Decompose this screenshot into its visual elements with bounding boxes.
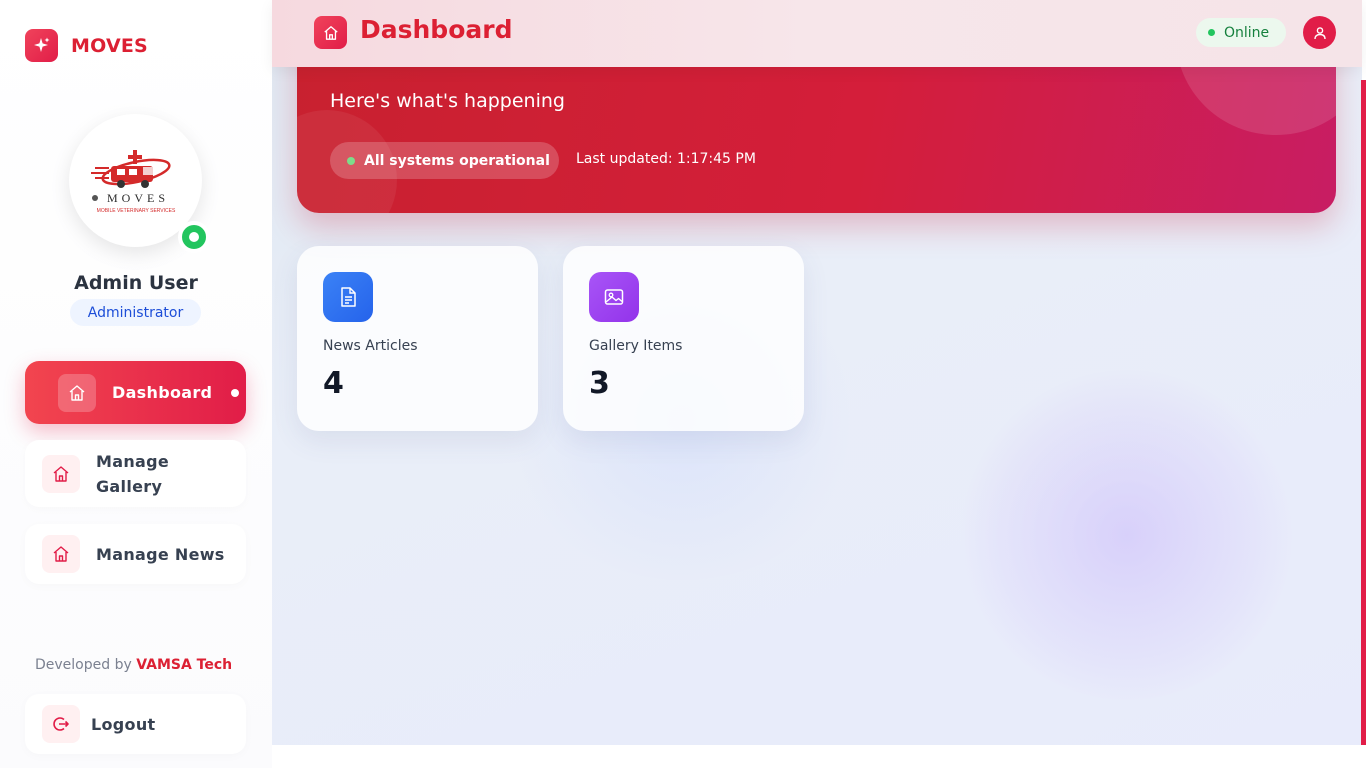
sidebar: MOVES MOVES MOBILE VETERINARY SERVICES A…	[0, 0, 272, 768]
sidebar-item-manage-news[interactable]: Manage News	[25, 524, 246, 584]
credit-name: VAMSA Tech	[136, 657, 233, 673]
stat-label: Gallery Items	[589, 338, 683, 354]
online-status-indicator	[178, 221, 210, 253]
image-icon	[589, 272, 639, 322]
page-title: Dashboard	[360, 15, 513, 44]
background-blob	[962, 370, 1292, 700]
document-icon	[323, 272, 373, 322]
home-icon	[42, 454, 80, 493]
home-icon	[58, 373, 96, 412]
logout-button[interactable]: Logout	[25, 694, 246, 754]
sidebar-item-dashboard[interactable]: Dashboard	[25, 361, 246, 424]
stat-card-gallery[interactable]: Gallery Items 3	[563, 246, 804, 431]
stat-card-news[interactable]: News Articles 4	[297, 246, 538, 431]
logout-icon	[42, 705, 80, 743]
last-updated: Last updated: 1:17:45 PM	[576, 151, 756, 167]
home-icon	[42, 535, 80, 573]
stat-label: News Articles	[323, 338, 418, 354]
online-status-badge: Online	[1196, 18, 1286, 47]
scrollbar[interactable]	[1361, 80, 1366, 745]
brand-name: MOVES	[71, 34, 148, 57]
user-name: Admin User	[74, 272, 198, 294]
svg-text:MOVES: MOVES	[106, 191, 168, 205]
system-status-text: All systems operational	[364, 152, 550, 169]
user-menu-button[interactable]	[1303, 16, 1336, 49]
svg-text:MOBILE VETERINARY SERVICES: MOBILE VETERINARY SERVICES	[96, 208, 175, 214]
active-indicator	[231, 389, 239, 397]
bottom-strip	[272, 745, 1366, 768]
credit-prefix: Developed by	[35, 657, 132, 673]
moves-logo: MOVES MOBILE VETERINARY SERVICES	[90, 149, 175, 214]
main-content: Here's what's happening All systems oper…	[272, 0, 1362, 745]
brand[interactable]: MOVES	[25, 29, 148, 62]
stat-value: 3	[589, 366, 610, 401]
banner-subtitle: Here's what's happening	[330, 90, 565, 112]
home-icon	[314, 16, 347, 49]
online-status-label: Online	[1224, 24, 1270, 41]
status-dot	[347, 156, 355, 165]
sidebar-item-label: Manage Gallery	[96, 451, 170, 496]
developer-credit: Developed by VAMSA Tech	[35, 657, 232, 673]
sidebar-item-label: Manage News	[96, 544, 225, 564]
sidebar-item-label: Dashboard	[112, 383, 213, 402]
logout-label: Logout	[91, 714, 156, 734]
sparkle-icon	[25, 29, 58, 62]
status-dot	[1208, 29, 1215, 36]
user-icon	[1313, 26, 1326, 39]
user-role-badge: Administrator	[70, 299, 201, 326]
top-header: Dashboard Online	[272, 0, 1362, 67]
system-status-badge: All systems operational	[330, 142, 559, 179]
stat-value: 4	[323, 366, 344, 401]
sidebar-item-manage-gallery[interactable]: Manage Gallery	[25, 440, 246, 507]
